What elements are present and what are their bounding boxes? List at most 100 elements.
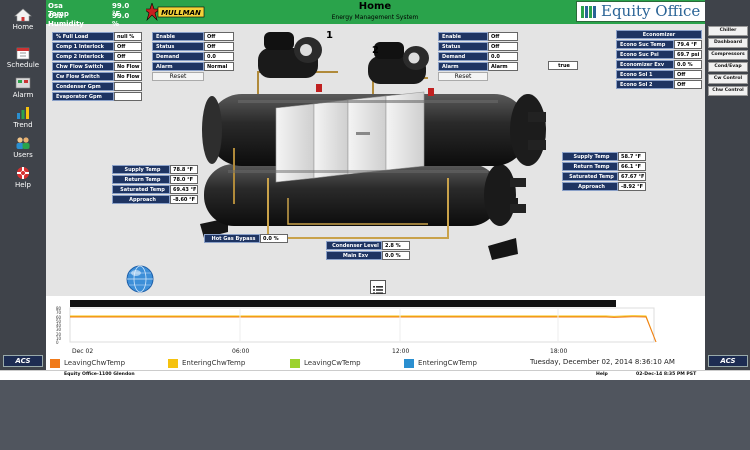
evap-return-temp-label: Return Temp [562, 162, 618, 171]
comp1-enable-value[interactable]: Off [204, 32, 234, 41]
comp1-enable-label: Enable [152, 32, 204, 41]
trend-series-line [70, 316, 657, 343]
comp1-status-label: Status [152, 42, 204, 51]
cond-supply-temp-value: 78.8 °F [170, 165, 198, 174]
evap-return-temp-value: 66.1 °F [618, 162, 646, 171]
trend-icon [17, 107, 29, 119]
main-exv-value: 0.0 % [382, 251, 410, 260]
brand-mark-icon [581, 6, 596, 18]
econo-sol1-label: Econo Sol 1 [616, 70, 674, 79]
cond-approach-value: -8.60 °F [170, 195, 198, 204]
evap-approach-label: Approach [562, 182, 618, 191]
nav-schedule[interactable]: Schedule [0, 46, 46, 69]
economizer-exv-label: Economizer Exv [616, 60, 674, 69]
nozzle-4 [510, 204, 526, 213]
cond-saturated-temp-value: 69.43 °F [170, 185, 198, 194]
equity-office-brand: Equity Office [576, 1, 706, 22]
nav-cond-evap[interactable]: Cond/Evap [708, 62, 748, 72]
foot-right [488, 238, 518, 260]
legend-leaving-chw-temp[interactable]: LeavingChwTemp [64, 359, 125, 367]
comp2-demand-value: 0.0 [488, 52, 518, 61]
chw-flow-switch-value: No Flow [114, 62, 142, 71]
evaporator-endcap [510, 94, 546, 166]
trend-y-tick: 0 [56, 340, 59, 345]
status-timestamp: 02-Dec-14 8:35 PM PST [636, 372, 697, 377]
legend-swatch [404, 359, 414, 368]
econo-sol2-label: Econo Sol 2 [616, 80, 674, 89]
nav-alarm[interactable]: Alarm [0, 76, 46, 99]
right-sidebar: Chiller Dashboard Compressors Cond/Evap … [705, 0, 750, 380]
trend-plot [69, 307, 657, 343]
comp2-interlock-value: Off [114, 52, 142, 61]
globe-icon[interactable] [126, 265, 154, 293]
cond-supply-temp-label: Supply Temp [112, 165, 170, 174]
evaporator-gpm-label: Evaporator Gpm [52, 92, 114, 101]
nav-chiller[interactable]: Chiller [708, 26, 748, 36]
condenser-level-label: Condenser Level [326, 241, 382, 250]
calendar-icon [16, 47, 30, 60]
compressor-1-number: 1 [326, 30, 333, 41]
cond-return-temp-label: Return Temp [112, 175, 170, 184]
comp2-demand-label: Demand [438, 52, 488, 61]
help-link[interactable]: Help [596, 372, 608, 377]
nozzle-1 [528, 112, 546, 122]
acs-logo-right: ACS [708, 355, 748, 367]
nav-help[interactable]: Help [0, 166, 46, 189]
legend-swatch [290, 359, 300, 368]
comp2-enable-value[interactable]: Off [488, 32, 518, 41]
left-sidebar: Home Schedule Alarm Trend Users Help ACS [0, 0, 46, 380]
evap-saturated-temp-value: 67.67 °F [618, 172, 646, 181]
trend-x-tick: 18:00 [550, 348, 568, 355]
hot-gas-bypass-value: 0.0 % [260, 234, 288, 243]
economizer-exv-value: 0.0 % [674, 60, 702, 69]
evap-supply-temp-label: Supply Temp [562, 152, 618, 161]
chw-flow-switch-label: Chw Flow Switch [52, 62, 114, 71]
nav-alarm-label: Alarm [12, 91, 34, 99]
status-bar: Equity Office-1100 Glendon Help 02-Dec-1… [0, 370, 750, 380]
nav-home[interactable]: Home [0, 8, 46, 31]
comp1-reset-button[interactable]: Reset [152, 72, 204, 81]
nav-dashboard[interactable]: Dashboard [708, 38, 748, 48]
nav-cw-control[interactable]: Cw Control [708, 74, 748, 84]
nav-compressors[interactable]: Compressors [708, 50, 748, 60]
nav-users[interactable]: Users [0, 136, 46, 159]
cw-flow-switch-value: No Flow [114, 72, 142, 81]
nav-chw-control[interactable]: Chw Control [708, 86, 748, 96]
condenser-level-value: 2.8 % [382, 241, 410, 250]
app-window: Osa Temp 99.0 °F Osa Humidity 99.0 % MUL… [0, 0, 750, 380]
trend-plot-frame [69, 307, 655, 343]
help-icon [17, 167, 29, 179]
control-panel-2 [313, 99, 349, 179]
cond-return-temp-value: 78.0 °F [170, 175, 198, 184]
comp2-alarm-value: Alarm [488, 62, 518, 71]
condenser-gpm-value [114, 82, 142, 91]
comp1-status-value: Off [204, 42, 234, 51]
evaporator-gpm-value [114, 92, 142, 101]
nav-users-label: Users [13, 151, 33, 159]
compressor-2-number: 2 [372, 45, 379, 56]
comp2-reset-button[interactable]: Reset [438, 72, 488, 81]
nav-schedule-label: Schedule [6, 61, 40, 69]
legend-entering-cw-temp[interactable]: EnteringCwTemp [418, 359, 477, 367]
trend-x-tick: Dec 02 [72, 348, 94, 355]
comp1-alarm-label: Alarm [152, 62, 204, 71]
menu-list-icon[interactable] [370, 280, 386, 294]
cond-approach-label: Approach [112, 195, 170, 204]
legend-leaving-cw-temp[interactable]: LeavingCwTemp [304, 359, 361, 367]
control-panel-4 [385, 91, 425, 171]
comp1-interlock-label: Comp 1 Interlock [52, 42, 114, 51]
comp2-alarm-label: Alarm [438, 62, 488, 71]
header-bar: Osa Temp 99.0 °F Osa Humidity 99.0 % MUL… [0, 0, 750, 28]
brand-text: Equity Office [601, 2, 701, 20]
legend-swatch [50, 359, 60, 368]
cond-saturated-temp-label: Saturated Temp [112, 185, 170, 194]
econo-suc-psi-value: 69.7 psi [674, 50, 702, 59]
legend-entering-chw-temp[interactable]: EnteringChwTemp [182, 359, 245, 367]
comp2-interlock-label: Comp 2 Interlock [52, 52, 114, 61]
site-name: Equity Office-1100 Glendon [64, 372, 135, 377]
nav-trend[interactable]: Trend [0, 106, 46, 129]
main-exv-label: Main Exv [326, 251, 382, 260]
nozzle-3 [510, 178, 526, 187]
nozzle-2 [528, 140, 546, 150]
econo-sol2-value: Off [674, 80, 702, 89]
